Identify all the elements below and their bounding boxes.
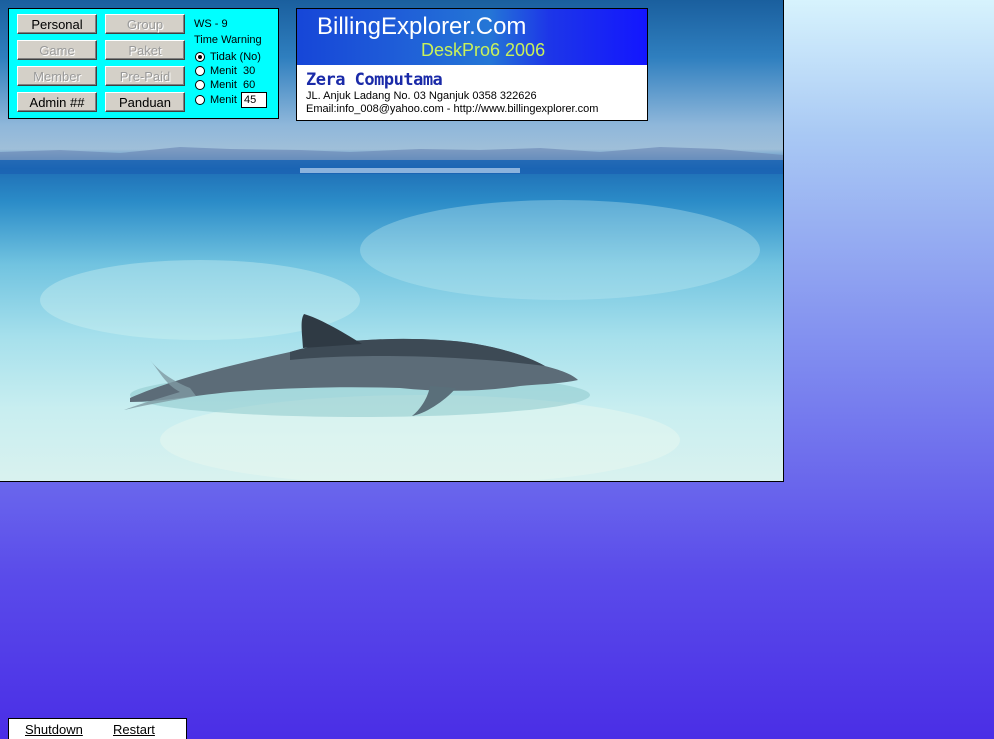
brand-banner: BillingExplorer.Com DeskPro6 2006 [297, 9, 647, 65]
company-contact: Email:info_008@yahoo.com - http://www.bi… [306, 103, 599, 115]
shutdown-link[interactable]: Shutdown [25, 722, 83, 737]
radio-menit-60-label: Menit 60 [210, 79, 256, 91]
group-button-label: Group [126, 17, 164, 32]
radio-tidak-label: Tidak (No) [210, 51, 261, 63]
workstation-label: WS - 9 [194, 18, 228, 30]
game-button[interactable]: Game [17, 40, 97, 60]
power-bar: Shutdown Restart [8, 718, 187, 739]
brand-subtitle: DeskPro6 2006 [421, 40, 546, 60]
member-button[interactable]: Member [17, 66, 97, 86]
company-address: JL. Anjuk Ladang No. 03 Nganjuk 0358 322… [306, 90, 537, 102]
personal-button-label: Personal [31, 17, 83, 32]
radio-tidak[interactable]: Tidak (No) [195, 51, 261, 65]
radio-empty-icon[interactable] [195, 80, 205, 91]
personal-button[interactable]: Personal [17, 14, 97, 34]
member-button-label: Member [33, 69, 81, 84]
radio-menit-custom[interactable]: Menit [195, 94, 237, 108]
radio-menit-30-label: Menit 30 [210, 65, 256, 77]
brand-box: BillingExplorer.Com DeskPro6 2006 Zera C… [296, 8, 648, 121]
game-button-label: Game [39, 43, 75, 58]
radio-empty-icon[interactable] [195, 66, 205, 77]
brand-title: BillingExplorer.Com [317, 13, 527, 40]
admin-button-label: Admin ## [29, 95, 85, 110]
radio-empty-icon[interactable] [195, 95, 205, 106]
panduan-button[interactable]: Panduan [105, 92, 185, 112]
panduan-button-label: Panduan [118, 95, 172, 110]
company-name: Zera Computama [306, 70, 443, 90]
control-panel: Personal Group Game Paket Member Pre-Pai… [8, 8, 279, 119]
pre-paid-button[interactable]: Pre-Paid [105, 66, 185, 86]
radio-menit-custom-label: Menit [210, 94, 237, 106]
radio-selected-icon[interactable] [195, 52, 205, 63]
admin-button[interactable]: Admin ## [17, 92, 97, 112]
custom-minutes-field[interactable]: 45 [241, 92, 267, 108]
paket-button[interactable]: Paket [105, 40, 185, 60]
time-warning-label: Time Warning [194, 34, 262, 46]
radio-menit-30[interactable]: Menit 30 [195, 65, 255, 79]
restart-link[interactable]: Restart [113, 722, 155, 737]
pre-paid-button-label: Pre-Paid [119, 69, 171, 84]
group-button[interactable]: Group [105, 14, 185, 34]
radio-menit-60[interactable]: Menit 60 [195, 79, 255, 93]
paket-button-label: Paket [128, 43, 162, 58]
